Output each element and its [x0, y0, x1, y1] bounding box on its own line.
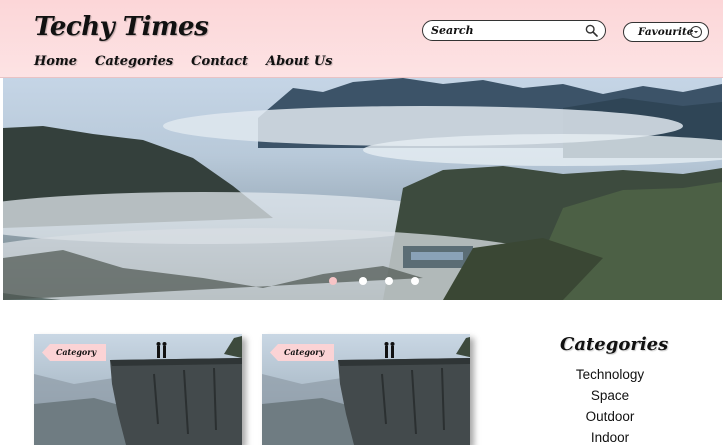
- categories-list: Technology Space Outdoor Indoor: [560, 364, 660, 445]
- nav-about-us[interactable]: About Us: [266, 54, 333, 69]
- nav-home[interactable]: Home: [34, 54, 77, 69]
- nav-categories[interactable]: Categories: [95, 54, 173, 69]
- category-item-indoor[interactable]: Indoor: [560, 427, 660, 445]
- site-logo[interactable]: Techy Times: [34, 12, 209, 42]
- card-category-tag[interactable]: Category: [42, 344, 107, 361]
- article-card[interactable]: Category: [262, 334, 470, 445]
- categories-heading: Categories: [560, 334, 669, 355]
- chevron-down-icon: [690, 26, 702, 38]
- category-item-outdoor[interactable]: Outdoor: [560, 406, 660, 427]
- slider-dots: [0, 277, 723, 287]
- search-input[interactable]: [431, 24, 581, 37]
- search-icon[interactable]: [585, 24, 598, 37]
- slider-dot-1[interactable]: [329, 277, 337, 285]
- slider-dot-4[interactable]: [411, 277, 419, 285]
- slider-dot-2[interactable]: [359, 277, 367, 285]
- article-card[interactable]: Category: [34, 334, 242, 445]
- category-item-space[interactable]: Space: [560, 385, 660, 406]
- hero-slider[interactable]: [3, 78, 722, 300]
- slider-dot-3[interactable]: [385, 277, 393, 285]
- category-item-technology[interactable]: Technology: [560, 364, 660, 385]
- favourite-label: Favourite: [638, 26, 694, 38]
- main-nav: Home Categories Contact About Us: [34, 54, 333, 69]
- site-header: Techy Times Home Categories Contact Abou…: [0, 0, 723, 78]
- search-box: [422, 20, 606, 41]
- card-category-tag[interactable]: Category: [270, 344, 335, 361]
- favourite-dropdown[interactable]: Favourite: [623, 22, 709, 42]
- hero-landscape-image: [3, 78, 722, 300]
- nav-contact[interactable]: Contact: [191, 54, 248, 69]
